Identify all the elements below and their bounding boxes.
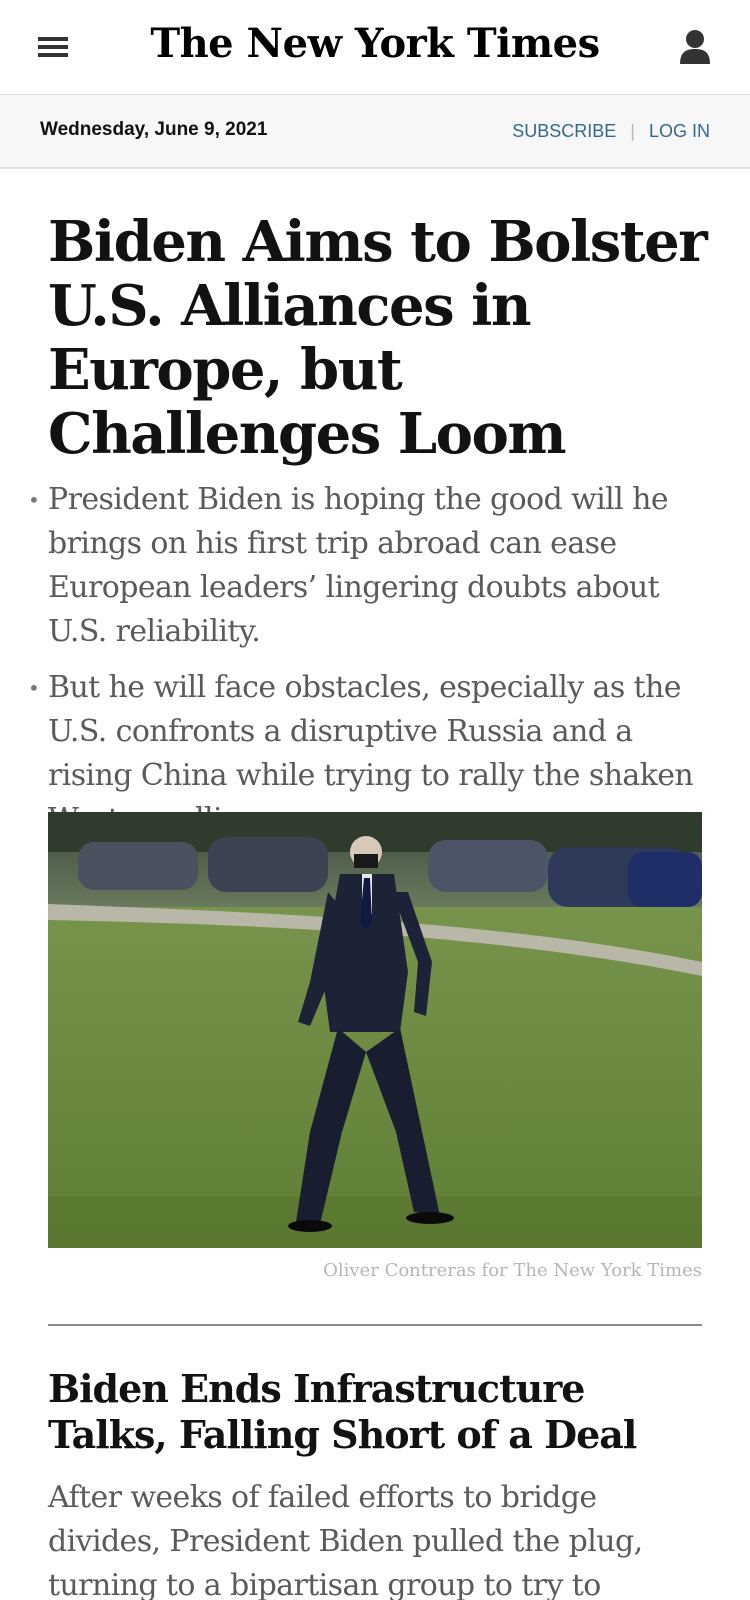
lead-story[interactable]: Biden Aims to Bolster U.S. Alliances in … xyxy=(28,210,708,854)
summary-bullet: President Biden is hoping the good will … xyxy=(28,478,708,654)
login-link[interactable]: LOG IN xyxy=(649,121,710,142)
second-summary: After weeks of failed efforts to bridge … xyxy=(48,1480,643,1600)
second-story[interactable]: Biden Ends Infrastructure Talks, Falling… xyxy=(48,1366,708,1600)
second-headline[interactable]: Biden Ends Infrastructure Talks, Falling… xyxy=(48,1366,708,1458)
lead-headline[interactable]: Biden Aims to Bolster U.S. Alliances in … xyxy=(48,210,708,466)
account-links: SUBSCRIBE | LOG IN xyxy=(512,121,710,142)
story-divider xyxy=(48,1324,702,1326)
date-bar: Wednesday, June 9, 2021 SUBSCRIBE | LOG … xyxy=(0,95,750,169)
lead-summary-list: President Biden is hoping the good will … xyxy=(28,478,708,842)
link-separator: | xyxy=(630,121,635,141)
masthead: The New York Times xyxy=(0,0,750,95)
photo-credit: Oliver Contreras for The New York Times xyxy=(323,1260,702,1281)
current-date: Wednesday, June 9, 2021 xyxy=(40,119,268,140)
subscribe-link[interactable]: SUBSCRIBE xyxy=(512,121,616,142)
site-logo[interactable]: The New York Times xyxy=(0,20,750,67)
user-icon[interactable] xyxy=(678,28,712,66)
lead-photo[interactable] xyxy=(48,812,702,1248)
